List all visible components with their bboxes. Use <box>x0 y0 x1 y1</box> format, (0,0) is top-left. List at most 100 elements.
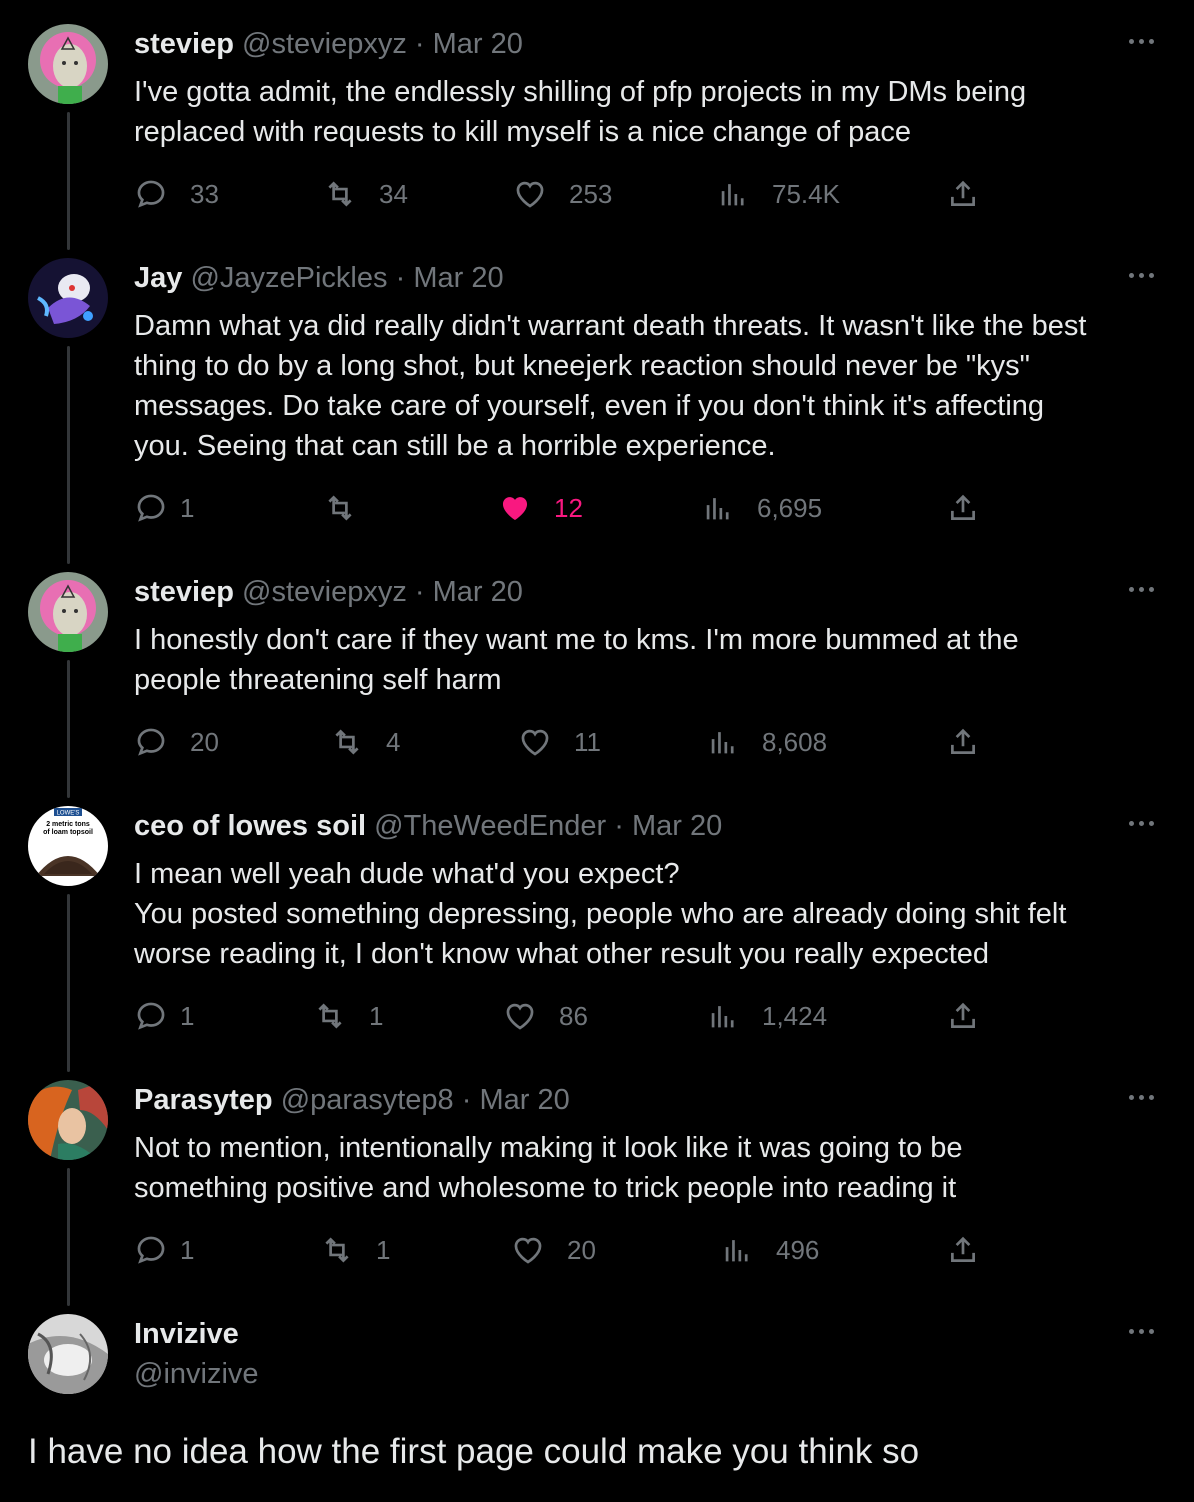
avatar-caption-line-2: of loam topsoil <box>43 829 93 836</box>
share-button[interactable] <box>946 1230 980 1270</box>
views-button[interactable]: 8,608 <box>706 722 827 762</box>
views-count: 6,695 <box>757 492 823 523</box>
tweet-text: I've gotta admit, the endlessly shilling… <box>134 76 1027 148</box>
views-button[interactable]: 6,695 <box>701 488 822 528</box>
more-options-button[interactable] <box>1125 1086 1159 1110</box>
reply-button[interactable]: 1 <box>134 488 194 528</box>
handle[interactable]: @parasytep8 <box>281 1084 454 1116</box>
retweet-icon <box>328 495 352 521</box>
avatar[interactable] <box>28 258 108 338</box>
display-name[interactable]: Parasytep <box>134 1084 273 1116</box>
avatar[interactable] <box>28 24 108 104</box>
reply-icon <box>137 180 165 208</box>
views-icon <box>711 1006 734 1028</box>
share-button[interactable] <box>946 488 980 528</box>
retweet-icon <box>328 181 352 207</box>
more-options-button[interactable] <box>1125 1320 1159 1344</box>
retweet-count: 1 <box>376 1234 391 1265</box>
more-options-button[interactable] <box>1125 30 1159 54</box>
tweet-header: steviep @steviepxyz · Mar 20 <box>134 24 523 64</box>
handle[interactable]: @TheWeedEnder <box>374 810 606 842</box>
retweet-count: 34 <box>379 178 408 209</box>
share-button[interactable] <box>946 174 980 214</box>
display-name[interactable]: ceo of lowes soil <box>134 810 366 842</box>
tweet-text: I honestly don't care if they want me to… <box>134 624 1019 696</box>
share-button[interactable] <box>946 996 980 1036</box>
thread-line <box>67 894 70 1072</box>
tweet-header: Parasytep @parasytep8 · Mar 20 <box>134 1080 570 1120</box>
tweet-text: I mean well yeah dude what'd you expect?… <box>134 858 1067 970</box>
retweet-button[interactable]: 1 <box>320 1230 390 1270</box>
reply-count: 1 <box>180 1000 195 1031</box>
views-count: 8,608 <box>762 726 828 757</box>
reply-count: 33 <box>190 178 219 209</box>
action-bar: 1 12 6,695 <box>0 488 1194 528</box>
views-button[interactable]: 1,424 <box>706 996 827 1036</box>
retweet-icon <box>335 729 359 755</box>
display-name[interactable]: steviep <box>134 576 234 608</box>
share-icon <box>951 1002 975 1028</box>
reply-button[interactable]: 1 <box>134 1230 194 1270</box>
handle[interactable]: @steviepxyz <box>242 28 407 60</box>
views-button[interactable]: 496 <box>720 1230 819 1270</box>
share-button[interactable] <box>946 722 980 762</box>
retweet-count: 4 <box>386 726 401 757</box>
handle[interactable]: @invizive <box>134 1354 259 1394</box>
more-options-button[interactable] <box>1125 578 1159 602</box>
like-button[interactable]: 11 <box>518 722 601 762</box>
retweet-button[interactable]: 4 <box>330 722 400 762</box>
like-count: 20 <box>567 1234 596 1265</box>
action-bar: 20 4 11 8,608 <box>0 722 1194 762</box>
reply-count: 1 <box>180 492 195 523</box>
avatar[interactable] <box>28 1314 108 1394</box>
display-name[interactable]: Invizive <box>134 1314 239 1354</box>
reply-button[interactable]: 33 <box>134 174 219 214</box>
action-bar: 33 34 253 75.4K <box>0 174 1194 214</box>
heart-icon <box>514 1237 542 1264</box>
retweet-icon <box>325 1237 349 1263</box>
action-bar: 1 1 86 1,424 <box>0 996 1194 1036</box>
heart-icon <box>516 181 544 208</box>
heart-icon <box>521 729 549 756</box>
display-name[interactable]: Jay <box>134 262 182 294</box>
views-icon <box>706 498 729 520</box>
like-count: 11 <box>574 726 601 757</box>
share-icon <box>951 180 975 206</box>
retweet-button[interactable]: 34 <box>323 174 408 214</box>
views-button[interactable]: 75.4K <box>716 174 840 214</box>
views-icon <box>721 184 744 206</box>
like-button[interactable]: 20 <box>511 1230 596 1270</box>
reply-button[interactable]: 1 <box>134 996 194 1036</box>
views-icon <box>711 732 734 754</box>
timestamp[interactable]: Mar 20 <box>413 262 503 294</box>
more-options-button[interactable] <box>1125 812 1159 836</box>
more-options-button[interactable] <box>1125 264 1159 288</box>
tweet-text: I have no idea how the first page could … <box>28 1432 920 1471</box>
retweet-button[interactable] <box>323 488 379 528</box>
like-button[interactable]: 12 <box>498 488 583 528</box>
reply-button[interactable]: 20 <box>134 722 219 762</box>
timestamp[interactable]: Mar 20 <box>433 576 523 608</box>
like-count: 86 <box>559 1000 588 1031</box>
avatar[interactable] <box>28 1080 108 1160</box>
timestamp[interactable]: Mar 20 <box>479 1084 569 1116</box>
avatar[interactable]: LOWE'S 2 metric tons of loam topsoil <box>28 806 108 886</box>
retweet-button[interactable]: 1 <box>313 996 383 1036</box>
share-icon <box>951 1236 975 1262</box>
tweet-text: Not to mention, intentionally making it … <box>134 1132 963 1204</box>
handle[interactable]: @steviepxyz <box>242 576 407 608</box>
tweet-text: Damn what ya did really didn't warrant d… <box>134 310 1087 462</box>
avatar-caption-line-1: 2 metric tons <box>46 821 90 828</box>
handle[interactable]: @JayzePickles <box>190 262 387 294</box>
display-name[interactable]: steviep <box>134 28 234 60</box>
avatar-logo-text: LOWE'S <box>57 811 80 817</box>
timestamp[interactable]: Mar 20 <box>433 28 523 60</box>
like-button[interactable]: 253 <box>513 174 612 214</box>
avatar[interactable] <box>28 572 108 652</box>
share-icon <box>951 494 975 520</box>
views-count: 1,424 <box>762 1000 828 1031</box>
like-button[interactable]: 86 <box>503 996 588 1036</box>
timestamp[interactable]: Mar 20 <box>632 810 722 842</box>
thread-line <box>67 346 70 564</box>
separator: · <box>395 262 406 294</box>
